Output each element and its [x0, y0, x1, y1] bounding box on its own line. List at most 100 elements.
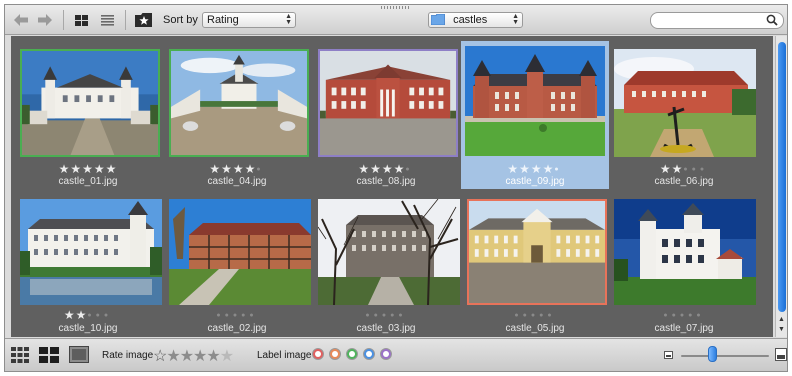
scrollbar-thumb[interactable] — [778, 42, 786, 312]
rate-3-star-icon[interactable]: ★ — [193, 348, 207, 365]
photo-cell[interactable]: ●●●●● castle_02.jpg — [163, 191, 311, 339]
photo-thumbnail[interactable] — [614, 199, 756, 305]
rate-image-stars[interactable]: ☆★★★★★ — [153, 346, 234, 366]
rating-star-filled-icon[interactable]: ★ — [519, 162, 531, 176]
rating-star-filled-icon[interactable]: ★ — [370, 162, 382, 176]
photo-cell[interactable]: ★★★★● castle_04.jpg — [163, 41, 311, 189]
large-thumb-icon[interactable] — [69, 346, 89, 366]
medium-grid-icon[interactable] — [39, 347, 59, 366]
arrow-left-icon[interactable] — [13, 11, 29, 29]
arrow-right-icon[interactable] — [37, 11, 53, 29]
star-rating[interactable]: ●●●●● — [163, 309, 311, 322]
list-view-icon[interactable] — [99, 11, 115, 29]
rating-dot-empty-icon[interactable]: ● — [554, 166, 562, 173]
photo-cell[interactable]: ●●●●● castle_07.jpg — [610, 191, 758, 339]
rating-dot-empty-icon[interactable]: ● — [365, 312, 373, 319]
photo-thumbnail[interactable] — [318, 199, 460, 305]
zoom-slider[interactable] — [681, 355, 769, 357]
photo-thumbnail[interactable] — [467, 199, 607, 305]
star-rating[interactable]: ●●●●● — [610, 309, 758, 322]
star-rating[interactable]: ●●●●● — [461, 309, 609, 322]
rating-dot-empty-icon[interactable]: ● — [382, 312, 390, 319]
rating-dot-empty-icon[interactable]: ● — [672, 312, 680, 319]
rate-4-star-icon[interactable]: ★ — [206, 348, 220, 365]
rate-2-star-icon[interactable]: ★ — [180, 348, 194, 365]
rating-star-filled-icon[interactable]: ★ — [94, 162, 106, 176]
large-image-icon[interactable] — [775, 348, 787, 361]
photo-thumbnail[interactable] — [169, 49, 309, 157]
photo-cell[interactable]: ★★★★● castle_08.jpg — [312, 41, 460, 189]
photo-thumbnail[interactable] — [465, 46, 605, 156]
rating-dot-empty-icon[interactable]: ● — [663, 312, 671, 319]
star-rating[interactable]: ★★★★● — [163, 163, 311, 176]
rating-star-filled-icon[interactable]: ★ — [64, 308, 76, 322]
rating-dot-empty-icon[interactable]: ● — [104, 312, 112, 319]
rating-star-filled-icon[interactable]: ★ — [531, 162, 543, 176]
rating-dot-empty-icon[interactable]: ● — [225, 312, 233, 319]
rating-star-filled-icon[interactable]: ★ — [59, 162, 71, 176]
photo-cell-selected[interactable]: ★★★★● castle_09.jpg — [461, 41, 609, 189]
rating-dot-empty-icon[interactable]: ● — [96, 312, 104, 319]
rating-star-filled-icon[interactable]: ★ — [76, 308, 88, 322]
scroll-up-icon[interactable]: ▲ — [776, 315, 787, 325]
photo-cell[interactable]: ●●●●● castle_03.jpg — [312, 191, 460, 339]
photo-thumbnail[interactable] — [318, 49, 458, 157]
rating-dot-empty-icon[interactable]: ● — [683, 166, 691, 173]
folder-select[interactable]: castles ▲ ▼ — [428, 12, 523, 28]
rating-star-filled-icon[interactable]: ★ — [221, 162, 233, 176]
rating-dot-empty-icon[interactable]: ● — [531, 312, 539, 319]
rating-star-filled-icon[interactable]: ★ — [672, 162, 684, 176]
rating-dot-empty-icon[interactable]: ● — [87, 312, 95, 319]
rating-dot-empty-icon[interactable]: ● — [249, 312, 257, 319]
rate-1-star-icon[interactable]: ★ — [166, 348, 180, 365]
star-rating[interactable]: ★★●●● — [14, 309, 162, 322]
rating-dot-empty-icon[interactable]: ● — [233, 312, 241, 319]
grid-view-icon[interactable] — [73, 11, 89, 29]
photo-thumbnail[interactable] — [169, 199, 311, 305]
rating-star-filled-icon[interactable]: ★ — [70, 162, 82, 176]
rating-star-filled-icon[interactable]: ★ — [233, 162, 245, 176]
photo-thumbnail[interactable] — [20, 199, 162, 305]
small-grid-icon[interactable] — [11, 347, 29, 366]
rating-star-filled-icon[interactable]: ★ — [209, 162, 221, 176]
label-green-button[interactable] — [346, 348, 358, 360]
rating-dot-empty-icon[interactable]: ● — [696, 312, 704, 319]
rating-dot-empty-icon[interactable]: ● — [680, 312, 688, 319]
star-rating[interactable]: ★★★★● — [312, 163, 460, 176]
photo-thumbnail[interactable] — [614, 49, 756, 157]
rating-dot-empty-icon[interactable]: ● — [700, 166, 708, 173]
sort-select[interactable]: Rating ▲ ▼ — [202, 12, 296, 28]
resize-grip[interactable] — [381, 6, 411, 9]
label-blue-button[interactable] — [363, 348, 375, 360]
star-rating[interactable]: ★★●●● — [610, 163, 758, 176]
rating-dot-empty-icon[interactable]: ● — [523, 312, 531, 319]
star-folder-icon[interactable] — [135, 11, 153, 29]
star-rating[interactable]: ●●●●● — [312, 309, 460, 322]
rating-dot-empty-icon[interactable]: ● — [692, 166, 700, 173]
photo-thumbnail[interactable] — [20, 49, 160, 157]
rating-star-filled-icon[interactable]: ★ — [543, 162, 555, 176]
small-image-icon[interactable] — [664, 351, 673, 359]
rating-star-filled-icon[interactable]: ★ — [660, 162, 672, 176]
rating-dot-empty-icon[interactable]: ● — [514, 312, 522, 319]
photo-cell[interactable]: ★★●●● castle_10.jpg — [14, 191, 162, 339]
rating-dot-empty-icon[interactable]: ● — [374, 312, 382, 319]
zoom-slider-knob[interactable] — [707, 346, 717, 362]
rating-star-filled-icon[interactable]: ★ — [382, 162, 394, 176]
rating-dot-empty-icon[interactable]: ● — [398, 312, 406, 319]
photo-cell[interactable]: ●●●●● castle_05.jpg — [461, 191, 609, 339]
rating-dot-empty-icon[interactable]: ● — [256, 166, 264, 173]
rating-star-filled-icon[interactable]: ★ — [106, 162, 118, 176]
label-purple-button[interactable] — [380, 348, 392, 360]
rating-star-filled-icon[interactable]: ★ — [394, 162, 406, 176]
star-rating[interactable]: ★★★★● — [461, 163, 609, 176]
rating-star-filled-icon[interactable]: ★ — [245, 162, 257, 176]
rating-dot-empty-icon[interactable]: ● — [547, 312, 555, 319]
vertical-scrollbar[interactable]: ▲ ▼ — [775, 36, 787, 337]
label-orange-button[interactable] — [329, 348, 341, 360]
search-input[interactable] — [650, 12, 784, 29]
photo-cell[interactable]: ★★★★★ castle_01.jpg — [14, 41, 162, 189]
label-red-button[interactable] — [312, 348, 324, 360]
rating-dot-empty-icon[interactable]: ● — [216, 312, 224, 319]
star-rating[interactable]: ★★★★★ — [14, 163, 162, 175]
